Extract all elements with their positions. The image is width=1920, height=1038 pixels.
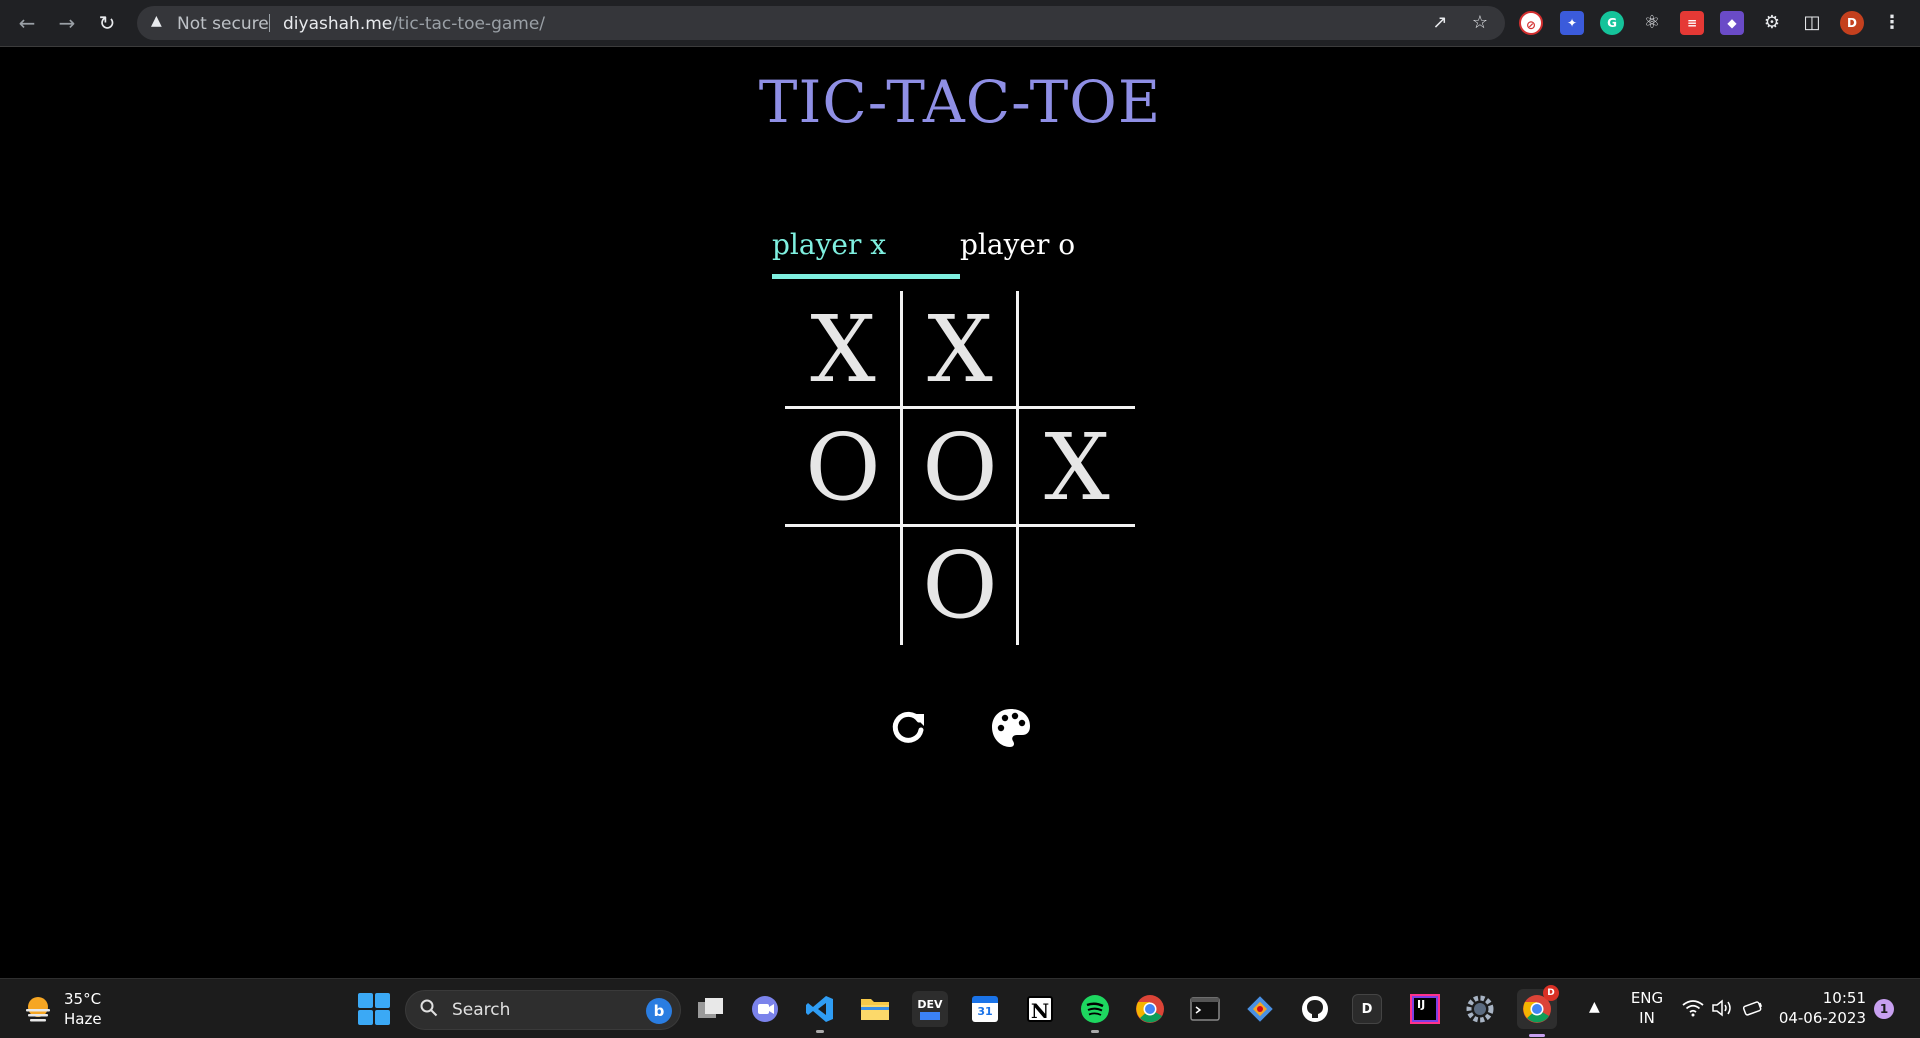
taskbar-search[interactable]: Search b — [405, 990, 681, 1030]
address-bar[interactable]: ▲ Not secure diyashah.me/tic-tac-toe-gam… — [137, 6, 1505, 40]
url-host: diyashah.me — [283, 14, 393, 34]
clock-date[interactable]: 04-06-2023 — [1776, 1009, 1866, 1027]
browser-toolbar: ← → ↻ ▲ Not secure diyashah.me/tic-tac-t… — [0, 0, 1920, 47]
adblock-extension-icon[interactable]: ⊘ — [1519, 11, 1543, 35]
board-cell-5[interactable]: O — [902, 409, 1018, 526]
chrome-profile-icon[interactable]: D — [1517, 985, 1559, 1037]
game-board: X X O O X O — [785, 291, 1135, 645]
board-cell-9[interactable] — [1019, 527, 1135, 644]
intellij-label: IJ — [1412, 996, 1438, 1022]
board-cell-6[interactable]: X — [1019, 409, 1135, 526]
windows-logo-tile — [358, 1010, 373, 1025]
notion-letter: N — [1027, 996, 1053, 1023]
board-cell-7[interactable] — [785, 527, 901, 644]
back-icon[interactable]: ← — [14, 10, 40, 36]
active-indicator — [1529, 1034, 1545, 1037]
spotify-icon[interactable] — [1077, 991, 1113, 1033]
haze-sun-icon[interactable] — [22, 993, 54, 1025]
dev-home-icon[interactable]: DEV — [912, 991, 948, 1027]
search-placeholder: Search — [452, 1000, 511, 1020]
security-label[interactable]: Not secure — [177, 14, 269, 34]
player-x-tab[interactable]: player x — [772, 228, 886, 261]
profile-avatar[interactable]: D — [1840, 11, 1864, 35]
board-cell-8[interactable]: O — [902, 527, 1018, 644]
search-icon — [420, 999, 438, 1017]
language-line1[interactable]: ENG — [1630, 989, 1664, 1007]
grammarly-icon[interactable]: G — [1600, 11, 1624, 35]
windows-taskbar: 35°C Haze Search b DEV 31 N D IJ D ▲ ENG… — [0, 978, 1920, 1038]
extension-blue-icon[interactable]: ✦ — [1560, 11, 1584, 35]
settings-icon[interactable] — [1462, 991, 1498, 1027]
menu-kebab-icon[interactable]: ⋮ — [1880, 11, 1904, 35]
running-indicator — [816, 1030, 824, 1033]
theme-button[interactable] — [989, 706, 1033, 750]
calendar-date: 31 — [972, 996, 998, 1022]
running-indicator — [1091, 1030, 1099, 1033]
weather-temperature[interactable]: 35°C — [64, 990, 101, 1008]
wifi-icon[interactable] — [1682, 999, 1704, 1017]
file-explorer-icon[interactable] — [857, 991, 893, 1027]
extensions-puzzle-icon[interactable]: ⚙ — [1760, 11, 1784, 35]
board-cell-4[interactable]: O — [785, 409, 901, 526]
intellij-icon[interactable]: IJ — [1407, 991, 1443, 1027]
restart-icon — [892, 711, 924, 743]
chevron-up-icon[interactable]: ▲ — [1589, 999, 1600, 1015]
reload-icon[interactable]: ↻ — [94, 10, 120, 36]
bing-icon[interactable]: b — [646, 998, 672, 1024]
teams-chat-icon[interactable] — [747, 991, 783, 1027]
volume-icon[interactable] — [1712, 999, 1734, 1017]
divider — [269, 14, 270, 32]
board-cell-1[interactable]: X — [785, 291, 901, 408]
url-text[interactable]: diyashah.me/tic-tac-toe-game/ — [283, 14, 545, 34]
chrome-profile-badge: D — [1543, 985, 1559, 1001]
windows-logo-tile — [358, 993, 373, 1008]
windows-logo-tile — [375, 1010, 390, 1025]
restart-button[interactable] — [886, 706, 930, 750]
weather-description[interactable]: Haze — [64, 1010, 102, 1028]
chrome-icon[interactable] — [1132, 991, 1168, 1027]
windows-logo-tile — [375, 993, 390, 1008]
side-panel-icon[interactable]: ◫ — [1800, 11, 1824, 35]
language-line2[interactable]: IN — [1630, 1009, 1664, 1027]
active-player-indicator — [772, 274, 960, 279]
todoist-icon[interactable]: ≡ — [1680, 11, 1704, 35]
bookmark-star-icon[interactable]: ☆ — [1469, 12, 1491, 34]
terminal-icon[interactable] — [1187, 991, 1223, 1027]
board-cell-2[interactable]: X — [902, 291, 1018, 408]
page-title: TIC-TAC-TOE — [758, 68, 1162, 136]
notion-icon[interactable]: N — [1022, 991, 1058, 1027]
vscode-icon[interactable] — [802, 991, 838, 1033]
player-o-tab[interactable]: player o — [960, 228, 1075, 261]
palette-icon — [992, 709, 1030, 747]
share-icon[interactable]: ↗ — [1429, 12, 1451, 34]
notification-badge[interactable]: 1 — [1874, 999, 1894, 1019]
task-view-icon[interactable] — [693, 991, 729, 1027]
start-button[interactable] — [358, 993, 390, 1025]
board-cell-3[interactable] — [1019, 291, 1135, 408]
dev-home-label: DEV — [917, 998, 943, 1011]
calendar-icon[interactable]: 31 — [967, 991, 1003, 1027]
url-path: /tic-tac-toe-game/ — [392, 14, 546, 34]
app-d-icon[interactable]: D — [1352, 994, 1382, 1024]
warning-icon[interactable]: ▲ — [151, 13, 162, 29]
clock-time[interactable]: 10:51 — [1776, 989, 1866, 1007]
dev-home-bar — [920, 1012, 940, 1020]
git-gui-icon[interactable] — [1242, 991, 1278, 1027]
forward-icon[interactable]: → — [54, 10, 80, 36]
github-desktop-icon[interactable] — [1297, 991, 1333, 1027]
battery-icon[interactable] — [1742, 999, 1764, 1017]
react-devtools-icon[interactable]: ⚛ — [1640, 11, 1664, 35]
extension-purple-icon[interactable]: ◆ — [1720, 11, 1744, 35]
